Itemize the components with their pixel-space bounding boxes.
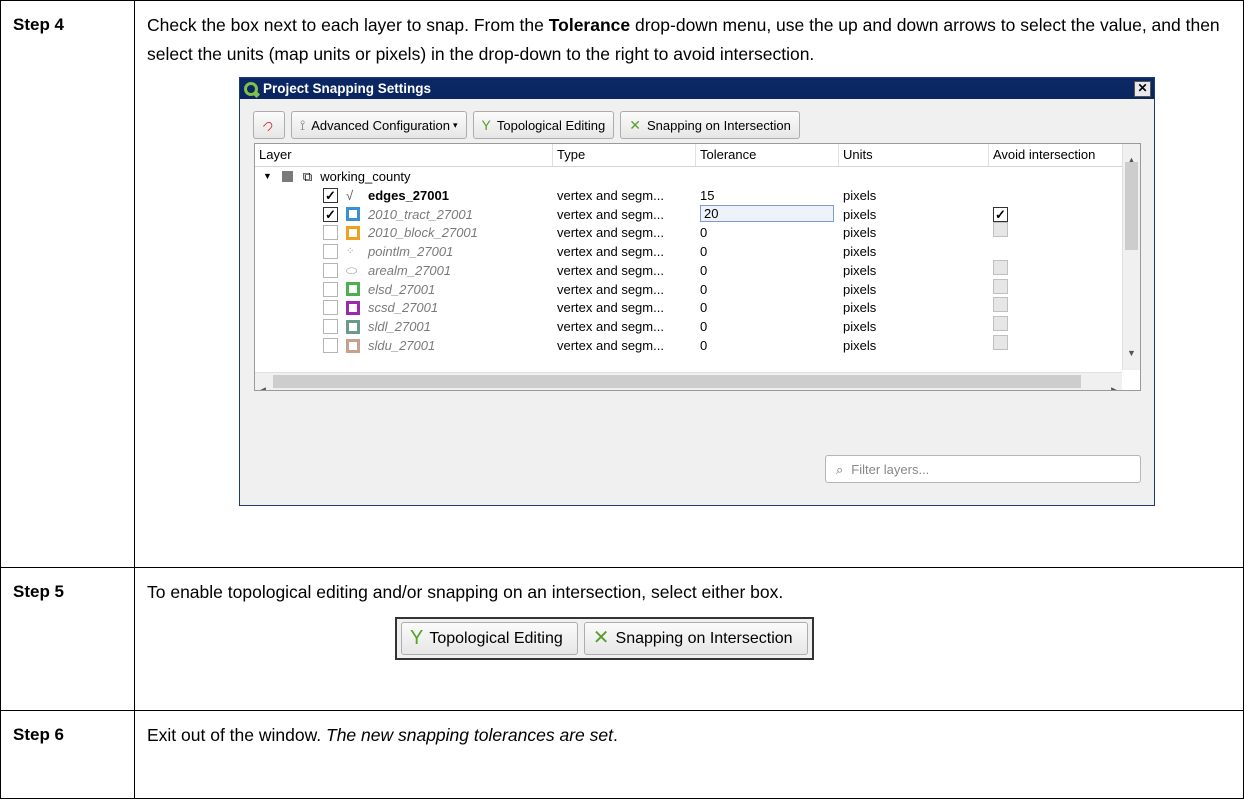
magnet-icon: ∩ xyxy=(258,114,280,136)
button-pair-image: Y Topological Editing ✕ Snapping on Inte… xyxy=(395,617,814,660)
step-4-text: Check the box next to each layer to snap… xyxy=(147,11,1231,69)
step-5-body: To enable topological editing and/or sna… xyxy=(134,567,1244,711)
horizontal-scroll-thumb[interactable] xyxy=(273,375,1081,388)
snapping-on-intersection-label-large: Snapping on Intersection xyxy=(615,630,793,647)
step-4-label: Step 4 xyxy=(0,0,135,568)
units-cell[interactable]: pixels xyxy=(839,331,989,360)
snap-type-cell[interactable]: vertex and segm... xyxy=(553,331,696,360)
scroll-right-icon[interactable]: ▶ xyxy=(1111,376,1118,390)
avoid-intersection-checkbox[interactable] xyxy=(993,316,1008,332)
layers-table: Layer Type Tolerance Units Avoid interse… xyxy=(254,143,1141,391)
dialog-toolbar: ∩ ⟟ Advanced Configuration ▾ Y Topologic… xyxy=(240,99,1154,141)
snapping-on-intersection-button[interactable]: ✕ Snapping on Intersection xyxy=(620,111,800,139)
topological-editing-button[interactable]: Y Topological Editing xyxy=(472,111,615,139)
layer-rows: ✓ √ edges_27001 vertex and segm... 15 pixels ✓… xyxy=(255,186,1140,355)
column-header-type[interactable]: Type xyxy=(553,144,696,166)
snapping-dialog: Project Snapping Settings ✕ ∩ ⟟ Advanced… xyxy=(239,77,1155,506)
enable-snapping-button[interactable]: ∩ xyxy=(253,111,285,139)
config-icon: ⟟ xyxy=(300,116,306,133)
avoid-intersection-checkbox[interactable] xyxy=(993,297,1008,313)
avoid-intersection-checkbox[interactable] xyxy=(993,335,1008,351)
layer-name: sldu_27001 xyxy=(368,338,436,354)
layer-cell: sldu_27001 xyxy=(255,331,553,360)
horizontal-scrollbar[interactable]: ◀ ▶ xyxy=(255,372,1122,390)
topological-editing-label: Topological Editing xyxy=(496,117,606,133)
filter-layers-input[interactable]: ⌕ Filter layers... xyxy=(825,455,1141,483)
topological-editing-label-large: Topological Editing xyxy=(429,630,563,647)
step-6-row: Step 6 Exit out of the window. The new s… xyxy=(0,710,1244,799)
qgis-logo-icon xyxy=(244,81,258,96)
step-4-text-bold: Tolerance xyxy=(548,15,631,35)
intersection-icon: ✕ xyxy=(629,116,641,133)
avoid-intersection-cell xyxy=(989,331,1123,360)
snapping-on-intersection-label: Snapping on Intersection xyxy=(647,117,791,133)
close-button[interactable]: ✕ xyxy=(1134,81,1151,97)
scroll-left-icon[interactable]: ◀ xyxy=(259,376,266,390)
vertical-scrollbar[interactable]: ▲ ▼ xyxy=(1122,144,1140,370)
advanced-configuration-label: Advanced Configuration xyxy=(311,117,450,133)
intersection-icon: ✕ xyxy=(592,627,610,649)
topology-icon: Y xyxy=(481,116,491,133)
dialog-titlebar: Project Snapping Settings ✕ xyxy=(240,78,1154,99)
advanced-configuration-button[interactable]: ⟟ Advanced Configuration ▾ xyxy=(291,111,467,139)
topology-icon: Y xyxy=(410,627,424,649)
column-header-units[interactable]: Units xyxy=(839,144,989,166)
step-5-label: Step 5 xyxy=(0,567,135,711)
step-6-text-end: . xyxy=(612,725,618,745)
step-5-row: Step 5 To enable topological editing and… xyxy=(0,567,1244,711)
avoid-intersection-checkbox[interactable] xyxy=(993,222,1008,238)
avoid-intersection-checkbox[interactable] xyxy=(993,278,1008,294)
step-6-text: Exit out of the window. The new snapping… xyxy=(147,721,1231,750)
step-6-body: Exit out of the window. The new snapping… xyxy=(134,710,1244,799)
step-6-text-plain: Exit out of the window. xyxy=(147,725,326,745)
dialog-title: Project Snapping Settings xyxy=(263,81,432,96)
step-5-text: To enable topological editing and/or sna… xyxy=(147,582,784,602)
table-row[interactable]: sldu_27001 vertex and segm... 0 pixels xyxy=(255,335,1140,355)
column-header-tolerance[interactable]: Tolerance xyxy=(696,144,839,166)
tolerance-cell[interactable]: 0 xyxy=(696,331,839,360)
snapping-on-intersection-button-large[interactable]: ✕ Snapping on Intersection xyxy=(583,622,808,655)
scroll-down-icon[interactable]: ▼ xyxy=(1127,339,1136,368)
step-4-row: Step 4 Check the box next to each layer … xyxy=(0,0,1244,568)
steps-table: Step 4 Check the box next to each layer … xyxy=(0,0,1244,799)
filter-placeholder: Filter layers... xyxy=(851,461,930,477)
column-header-avoid-intersection[interactable]: Avoid intersection xyxy=(989,144,1123,166)
layer-checkbox[interactable] xyxy=(323,338,338,354)
step-4-body: Check the box next to each layer to snap… xyxy=(134,0,1244,568)
search-icon: ⌕ xyxy=(836,461,844,477)
polygon-layer-icon xyxy=(346,338,360,353)
step-6-label: Step 6 xyxy=(0,710,135,799)
topological-editing-button-large[interactable]: Y Topological Editing xyxy=(401,622,578,655)
vertical-scroll-thumb[interactable] xyxy=(1125,162,1138,250)
step-6-text-italic: The new snapping tolerances are set xyxy=(326,725,613,745)
avoid-intersection-checkbox[interactable] xyxy=(993,259,1008,275)
step-4-text-a: Check the box next to each layer to snap… xyxy=(147,15,549,35)
chevron-down-icon: ▾ xyxy=(452,119,458,130)
